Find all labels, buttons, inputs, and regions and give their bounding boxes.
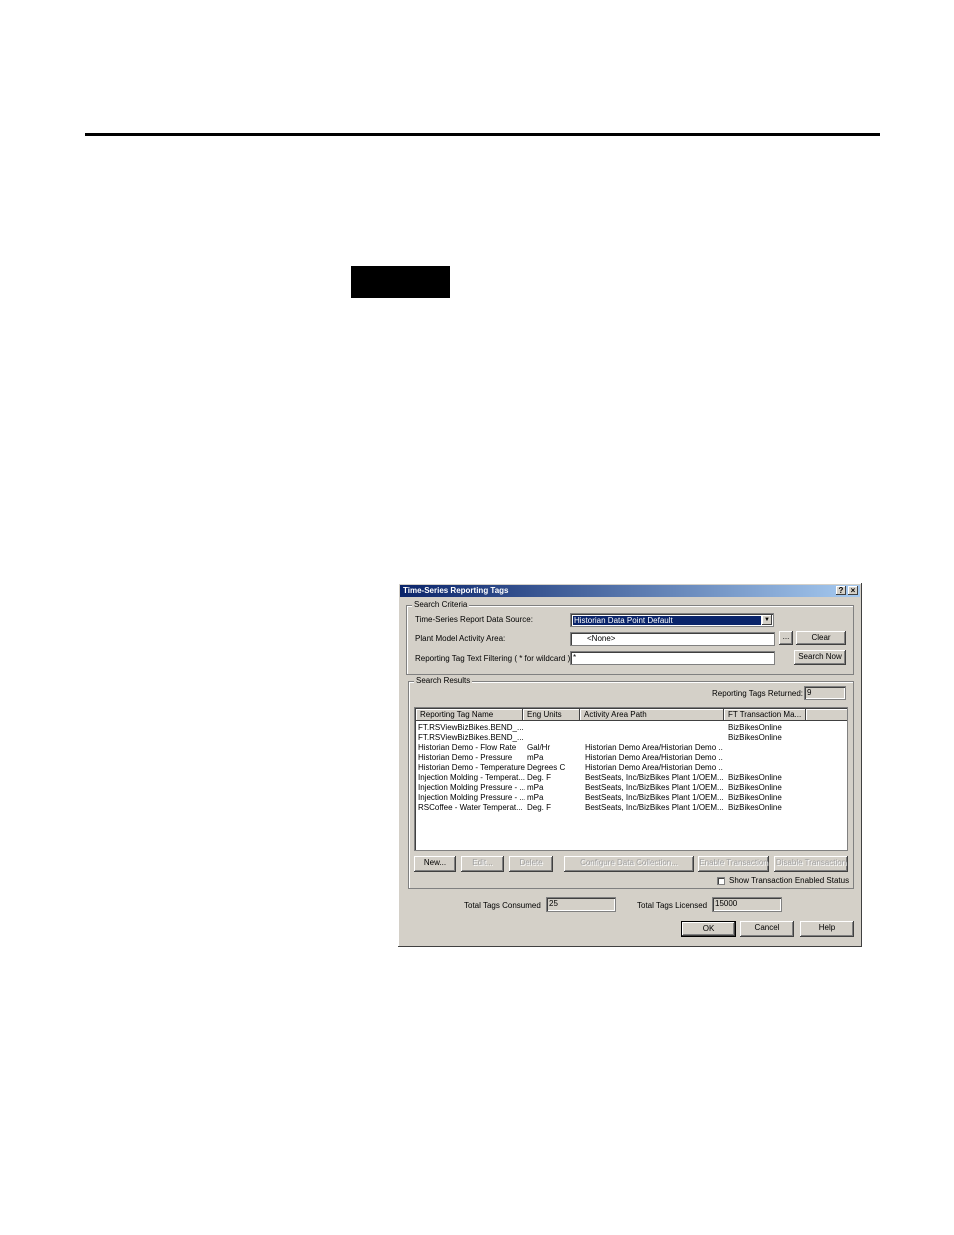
cancel-button[interactable]: Cancel [740,921,794,937]
table-cell: Deg. F [527,803,552,812]
results-table-header: Reporting Tag Name Eng Units Activity Ar… [416,709,847,721]
column-header-activity-area-path[interactable]: Activity Area Path [580,709,724,721]
results-rows: FT.RSViewBizBikes.BEND_... BizBikesOnline… [416,723,846,813]
disable-transaction-button[interactable]: Disable Transaction [774,856,848,872]
table-row[interactable]: FT.RSViewBizBikes.BEND_... BizBikesOnline [416,733,846,743]
enable-transaction-button[interactable]: Enable Transaction [698,856,769,872]
table-row[interactable]: Historian Demo - Temperature Degrees C His… [416,763,846,773]
table-cell: Deg. F [527,773,552,782]
table-cell: BestSeats, Inc/BizBikes Plant 1/OEM... [585,793,723,802]
table-row[interactable]: RSCoffee - Water Temperat... Deg. F BestSe… [416,803,846,813]
table-row[interactable]: Injection Molding Pressure - ... mPa BestS… [416,783,846,793]
data-source-label: Time-Series Report Data Source: [415,615,533,624]
search-criteria-label: Search Criteria [412,600,470,610]
clear-button[interactable]: Clear [796,631,846,645]
browse-button[interactable]: ... [779,631,793,645]
close-button[interactable]: × [848,586,858,595]
new-button[interactable]: New... [414,856,456,872]
tags-licensed-label: Total Tags Licensed [637,901,708,910]
filter-label: Reporting Tag Text Filtering ( * for wil… [415,654,573,663]
tags-returned-value: 9 [804,686,846,700]
table-cell: Historian Demo - Flow Rate [418,743,517,752]
table-cell: Historian Demo Area/Historian Demo ... [585,753,723,762]
table-cell: Injection Molding Pressure - ... [418,793,525,802]
configure-data-collection-button[interactable]: Configure Data Collection... [564,856,694,872]
show-status-checkbox[interactable] [717,877,725,885]
tags-returned-label: Reporting Tags Returned: [712,689,804,698]
table-cell: Historian Demo Area/Historian Demo ... [585,763,723,772]
table-cell: FT.RSViewBizBikes.BEND_... [418,733,524,742]
table-row[interactable]: Historian Demo - Flow Rate Gal/Hr Historia… [416,743,846,753]
table-cell: Historian Demo - Pressure [418,753,513,762]
table-row[interactable]: FT.RSViewBizBikes.BEND_... BizBikesOnline [416,723,846,733]
data-source-value: Historian Data Point Default [573,616,761,625]
activity-area-field[interactable]: <None> [570,632,775,646]
title-bar[interactable]: Time-Series Reporting Tags ? × [400,585,860,597]
table-cell: RSCoffee - Water Temperat... [418,803,523,812]
results-table[interactable]: Reporting Tag Name Eng Units Activity Ar… [414,707,848,851]
column-header-ft-transaction[interactable]: FT Transaction Ma... [724,709,806,721]
table-row[interactable]: Injection Molding Pressure - ... mPa BestS… [416,793,846,803]
edit-button[interactable]: Edit... [461,856,504,872]
data-source-select[interactable]: Historian Data Point Default ▼ [570,613,774,627]
table-row[interactable]: Historian Demo - Pressure mPa Historian De… [416,753,846,763]
table-cell: mPa [527,753,544,762]
table-cell: mPa [527,793,544,802]
column-header-eng-units[interactable]: Eng Units [523,709,580,721]
filter-input[interactable]: * [570,651,775,665]
table-cell: mPa [527,783,544,792]
table-cell: Historian Demo - Temperature [418,763,525,772]
time-series-reporting-tags-dialog: Time-Series Reporting Tags ? × Search Cr… [398,583,862,947]
help-button[interactable]: Help [800,921,854,937]
table-cell: Injection Molding - Temperat... [418,773,525,782]
activity-area-label: Plant Model Activity Area: [415,634,506,643]
tags-consumed-label: Total Tags Consumed [464,901,541,910]
page-header-rule [85,133,880,136]
search-results-label: Search Results [414,676,473,686]
delete-button[interactable]: Delete [509,856,553,872]
table-cell: Degrees C [527,763,566,772]
table-cell: BizBikesOnline [728,803,782,812]
table-cell: BizBikesOnline [728,773,782,782]
table-cell: BizBikesOnline [728,723,782,732]
ok-button[interactable]: OK [681,921,736,937]
table-cell: BizBikesOnline [728,793,782,802]
table-cell: BestSeats, Inc/BizBikes Plant 1/OEM... [585,803,723,812]
table-cell: Historian Demo Area/Historian Demo ... [585,743,723,752]
column-header-empty[interactable] [806,709,847,721]
context-help-button[interactable]: ? [836,586,846,595]
table-cell: BizBikesOnline [728,783,782,792]
dialog-title: Time-Series Reporting Tags [403,586,509,595]
table-cell: FT.RSViewBizBikes.BEND_... [418,723,524,732]
show-status-label: Show Transaction Enabled Status [729,876,850,885]
search-now-button[interactable]: Search Now [794,650,846,665]
table-cell: BestSeats, Inc/BizBikes Plant 1/OEM... [585,773,723,782]
table-cell: BestSeats, Inc/BizBikes Plant 1/OEM... [585,783,723,792]
table-cell: Gal/Hr [527,743,551,752]
chevron-down-icon[interactable]: ▼ [762,615,772,625]
tags-consumed-value: 25 [546,897,616,912]
table-row[interactable]: Injection Molding - Temperat... Deg. F Bes… [416,773,846,783]
redacted-label-box [351,266,450,298]
column-header-tag-name[interactable]: Reporting Tag Name [416,709,523,721]
table-cell: Injection Molding Pressure - ... [418,783,525,792]
tags-licensed-value: 15000 [712,897,782,912]
table-cell: BizBikesOnline [728,733,782,742]
